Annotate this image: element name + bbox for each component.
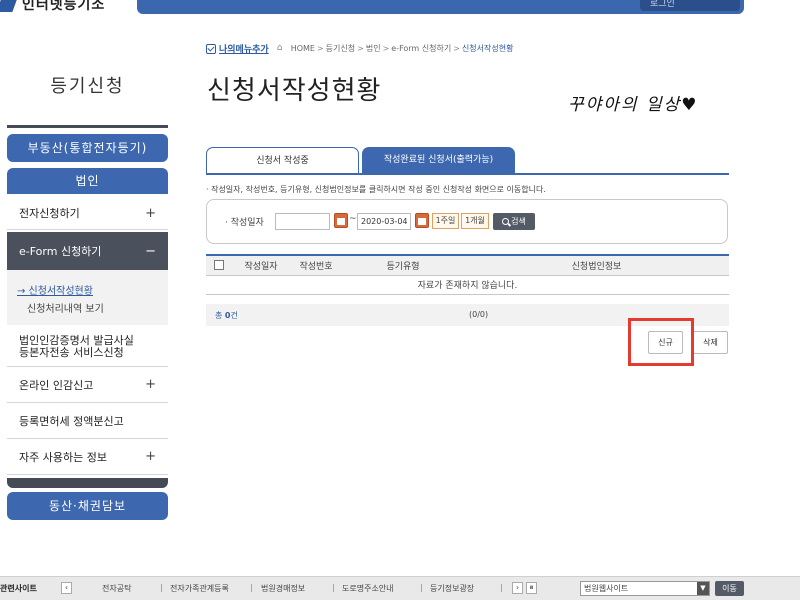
paging-info: (0/0)	[469, 310, 489, 319]
empty-message: 자료가 존재하지 않습니다.	[206, 275, 729, 295]
sidebar-item-label: 자주 사용하는 정보	[19, 450, 107, 464]
utility-button[interactable]: 로그인	[640, 0, 740, 11]
tab-completed[interactable]: 작성완료된 신청서(출력가능)	[362, 147, 515, 174]
footer-separator: |	[250, 583, 253, 592]
submenu-item-status[interactable]: → 신청서작성현황	[17, 282, 93, 297]
tab-underline	[206, 173, 729, 175]
header-select-all	[206, 254, 232, 276]
breadcrumb-eform[interactable]: e-Form 신청하기	[391, 43, 451, 54]
period-1month-button[interactable]: 1개월	[461, 213, 489, 229]
footer-separator: |	[420, 583, 423, 592]
utility-button-label: 로그인	[650, 0, 675, 9]
sidebar-item-label-line1: 법인인감증명서 발급사실	[19, 333, 134, 347]
sidebar-bottom-bar	[7, 478, 168, 488]
footer-related-sites: 관련사이트 ‹ 전자공탁 | 전자가족관계등록 | 법원경매정보 | 도로명주소…	[0, 576, 800, 600]
breadcrumb: 나의메뉴추가 ⌂ HOME > 등기신청 > 법인 > e-Form 신청하기 …	[206, 42, 513, 55]
go-button[interactable]: 이동	[715, 581, 744, 596]
sidebar-item-e-application[interactable]: 전자신청하기 +	[7, 197, 168, 230]
table-row: 자료가 존재하지 않습니다.	[206, 275, 729, 295]
breadcrumb-separator: >	[316, 44, 324, 53]
total-suffix: 건	[230, 311, 238, 320]
header-corp-info[interactable]: 신청법인정보	[464, 254, 729, 276]
sidebar-item-label: 온라인 인감신고	[19, 378, 94, 392]
submenu-item-history[interactable]: 신청처리내역 보기	[27, 300, 104, 315]
breadcrumb-home[interactable]: HOME	[291, 44, 315, 53]
sidebar-title: 등기신청	[50, 76, 125, 97]
home-icon: ⌂	[276, 43, 283, 53]
date-from-input[interactable]	[275, 213, 330, 230]
search-button-label: 검색	[511, 217, 526, 226]
real-estate-button[interactable]: 부동산(통합전자등기)	[7, 134, 168, 162]
breadcrumb-separator: >	[453, 44, 460, 53]
breadcrumb-registration[interactable]: 등기신청	[326, 43, 355, 54]
sidebar-item-license-tax[interactable]: 등록면허세 정액분신고	[7, 403, 168, 439]
table-header-row: 작성일자 작성번호 등기유형 신청법인정보	[206, 254, 729, 276]
footer-link-family[interactable]: 전자가족관계등록	[170, 583, 229, 594]
sidebar-item-label: 전자신청하기	[19, 207, 80, 220]
prev-arrow-icon[interactable]: ‹	[61, 582, 72, 594]
movable-collateral-button[interactable]: 동산·채권담보	[7, 492, 168, 520]
sidebar-divider	[7, 125, 168, 128]
logo-mark	[0, 0, 20, 12]
date-range-separator: ~	[349, 214, 357, 224]
sidebar-item-frequent-info[interactable]: 자주 사용하는 정보 +	[7, 439, 168, 475]
footer-title: 관련사이트	[0, 584, 37, 593]
date-to-input[interactable]: 2020-03-04	[357, 213, 411, 230]
footer-link-address[interactable]: 도로명주소안내	[342, 583, 394, 594]
expand-icon: +	[145, 377, 156, 392]
related-site-select[interactable]: 법원웹사이트 ▼	[580, 581, 710, 596]
sidebar-item-label-line2: 등본자전송 서비스신청	[19, 345, 124, 359]
delete-button[interactable]: 삭제	[693, 331, 728, 354]
applications-table: 작성일자 작성번호 등기유형 신청법인정보 자료가 존재하지 않습니다.	[206, 254, 729, 295]
tab-in-progress[interactable]: 신청서 작성중	[206, 147, 359, 174]
select-all-checkbox[interactable]	[214, 260, 224, 270]
footer-link-auction[interactable]: 법원경매정보	[261, 583, 305, 594]
my-menu-add-button[interactable]: 나의메뉴추가	[206, 42, 269, 55]
checkbox-icon	[206, 43, 216, 54]
footer-separator: |	[500, 583, 503, 592]
footer-link-deposit[interactable]: 전자공탁	[102, 583, 131, 594]
total-prefix: 총	[215, 311, 223, 320]
sidebar-item-label: e-Form 신청하기	[19, 245, 102, 258]
footer-separator: |	[332, 583, 335, 592]
header-number[interactable]: 작성번호	[290, 254, 342, 276]
search-panel: · 작성일자 ~ 2020-03-04 1주일 1개월 검색	[206, 199, 728, 244]
footer-separator: |	[160, 583, 163, 592]
period-1week-button[interactable]: 1주일	[432, 213, 459, 229]
sidebar-item-eform[interactable]: e-Form 신청하기 −	[7, 232, 168, 270]
my-menu-label: 나의메뉴추가	[219, 45, 269, 55]
site-logo[interactable]: 인터넷등기소	[22, 0, 105, 14]
expand-icon: +	[145, 205, 156, 221]
collapse-icon: −	[145, 243, 156, 259]
select-value: 법원웹사이트	[584, 584, 629, 593]
date-label: · 작성일자	[225, 218, 264, 228]
sidebar-item-label: 등록면허세 정액분신고	[19, 414, 124, 428]
breadcrumb-separator: >	[357, 44, 364, 53]
corporation-button[interactable]: 법인	[7, 168, 168, 194]
sidebar-item-online-seal[interactable]: 온라인 인감신고 +	[7, 367, 168, 403]
notice-text: · 작성일자, 작성번호, 등기유형, 신청법인정보를 클릭하시면 작성 중인 …	[206, 185, 546, 194]
header-date[interactable]: 작성일자	[232, 254, 290, 276]
pause-icon[interactable]: ⏸	[526, 582, 537, 594]
page-title: 신청서작성현황	[207, 76, 382, 106]
footer-link-registry-data[interactable]: 등기정보광장	[430, 583, 474, 594]
calendar-icon[interactable]	[415, 213, 429, 228]
breadcrumb-separator: >	[382, 44, 390, 53]
watermark-text: 꾸야아의 일상♥	[568, 95, 699, 115]
total-count: 총 0건	[215, 310, 238, 321]
breadcrumb-current: 신청서작성현황	[461, 44, 514, 53]
chevron-down-icon: ▼	[697, 582, 709, 595]
expand-icon: +	[145, 449, 156, 464]
highlight-box	[628, 318, 694, 366]
search-button[interactable]: 검색	[493, 213, 535, 230]
next-arrow-icon[interactable]: ›	[512, 582, 523, 594]
site-header: 인터넷등기소 로그인	[0, 0, 800, 14]
calendar-icon[interactable]	[334, 213, 348, 228]
breadcrumb-corporation[interactable]: 법인	[366, 43, 381, 54]
sidebar-item-seal-certificate[interactable]: 법인인감증명서 발급사실 등본자전송 서비스신청	[7, 327, 168, 367]
header-type[interactable]: 등기유형	[342, 254, 464, 276]
eform-submenu: → 신청서작성현황 신청처리내역 보기	[7, 270, 168, 325]
search-icon	[502, 218, 510, 225]
